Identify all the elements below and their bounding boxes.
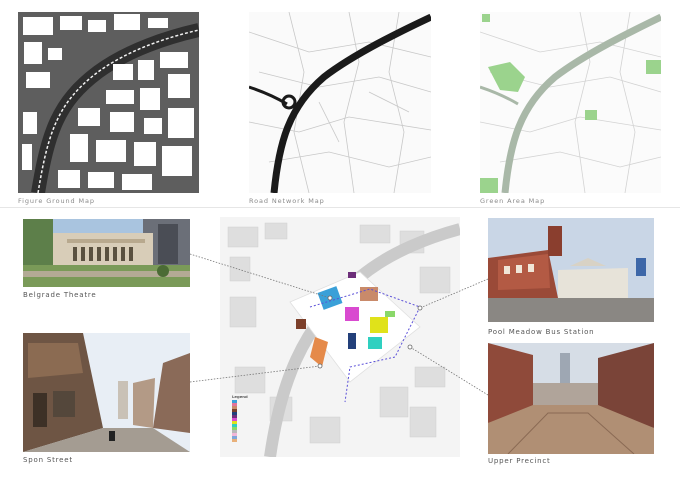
belgrade-theatre-photo (23, 219, 190, 287)
legend-swatch (232, 438, 237, 442)
green-area-map-graphic (480, 12, 661, 193)
spon-street-photo (23, 333, 190, 452)
section-divider (0, 207, 680, 208)
pool-meadow-caption: Pool Meadow Bus Station (488, 328, 595, 336)
legend-items (232, 399, 342, 442)
road-network-map-graphic (249, 12, 431, 193)
upper-precinct-image (488, 343, 654, 454)
green-area-caption: Green Area Map (480, 197, 546, 205)
belgrade-theatre-image (23, 219, 190, 287)
belgrade-theatre-caption: Belgrade Theatre (23, 291, 97, 299)
figure-ground-map-graphic (18, 12, 199, 193)
pool-meadow-photo (488, 218, 654, 322)
upper-precinct-photo (488, 343, 654, 454)
spon-street-caption: Spon Street (23, 456, 73, 464)
figure-ground-caption: Figure Ground Map (18, 197, 95, 205)
upper-precinct-caption: Upper Precinct (488, 457, 551, 465)
spon-street-image (23, 333, 190, 452)
road-network-map (249, 12, 431, 193)
pool-meadow-image (488, 218, 654, 322)
green-area-map (480, 12, 661, 193)
road-network-caption: Road Network Map (249, 197, 325, 205)
legend-row (232, 438, 342, 442)
figure-ground-map (18, 12, 199, 193)
site-plan-legend: Legend (232, 394, 342, 442)
